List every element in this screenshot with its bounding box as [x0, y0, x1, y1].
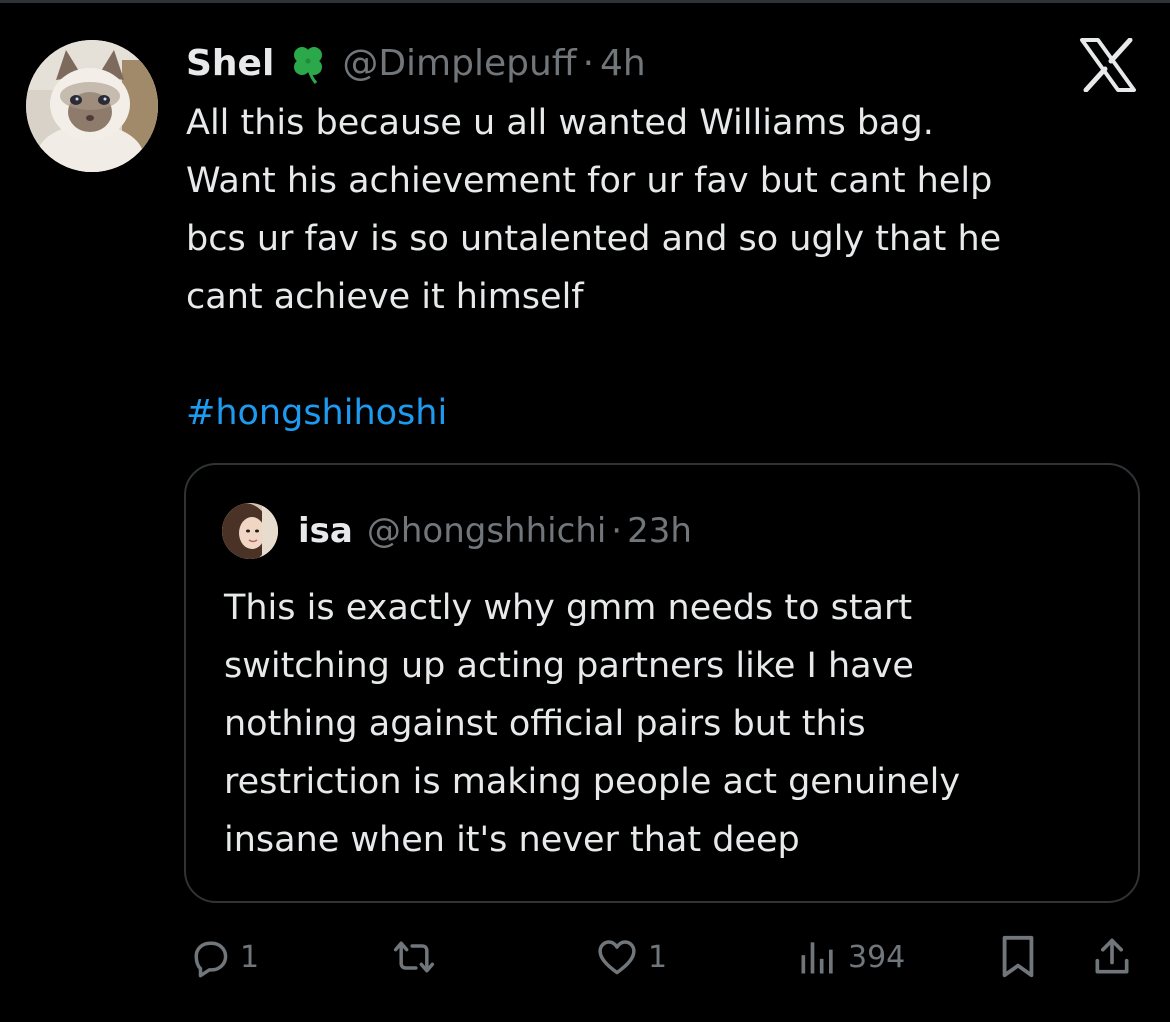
action-bar: 1 1 394 [0, 930, 1170, 984]
top-divider [0, 0, 1170, 3]
cat-avatar-image [26, 40, 158, 172]
views-count: 394 [848, 939, 906, 975]
author-avatar[interactable] [26, 40, 158, 172]
quoted-tweet-time[interactable]: 23h [627, 511, 692, 551]
clover-icon [294, 47, 323, 84]
views-button[interactable]: 394 [796, 930, 905, 984]
separator-dot: · [582, 42, 595, 84]
like-count: 1 [648, 939, 668, 975]
tweet-text: All this because u all wanted Williams b… [186, 103, 1002, 317]
bookmark-icon [1002, 935, 1034, 978]
hashtag-link[interactable]: #hongshihoshi [186, 384, 447, 442]
author-name[interactable]: Shel [186, 43, 274, 84]
quoted-author-avatar[interactable] [222, 503, 278, 559]
tweet-time[interactable]: 4h [600, 43, 646, 84]
separator-dot: · [611, 511, 623, 551]
quoted-tweet-text: This is exactly why gmm needs to start s… [224, 588, 961, 860]
bookmark-button[interactable] [998, 930, 1038, 984]
person-avatar-image [222, 503, 278, 559]
reply-icon [194, 941, 228, 978]
quoted-author-handle[interactable]: @hongshhichi [367, 511, 606, 551]
share-button[interactable] [1090, 930, 1134, 984]
retweet-button[interactable] [388, 930, 448, 984]
heart-icon [598, 940, 636, 975]
tweet-header: Shel @Dimplepuff · 4h [186, 38, 646, 88]
reply-count: 1 [240, 939, 260, 975]
retweet-icon [393, 941, 435, 973]
share-icon [1095, 938, 1129, 974]
quoted-tweet-card[interactable]: isa @hongshhichi · 23h This is exactly w… [184, 463, 1140, 903]
x-logo-icon[interactable] [1078, 38, 1138, 92]
author-handle[interactable]: @Dimplepuff [342, 43, 576, 84]
quoted-tweet-header: isa @hongshhichi · 23h [298, 505, 692, 557]
quoted-author-name[interactable]: isa [298, 511, 353, 551]
views-chart-icon [801, 942, 833, 974]
like-button[interactable]: 1 [594, 930, 667, 984]
reply-button[interactable]: 1 [188, 930, 259, 984]
